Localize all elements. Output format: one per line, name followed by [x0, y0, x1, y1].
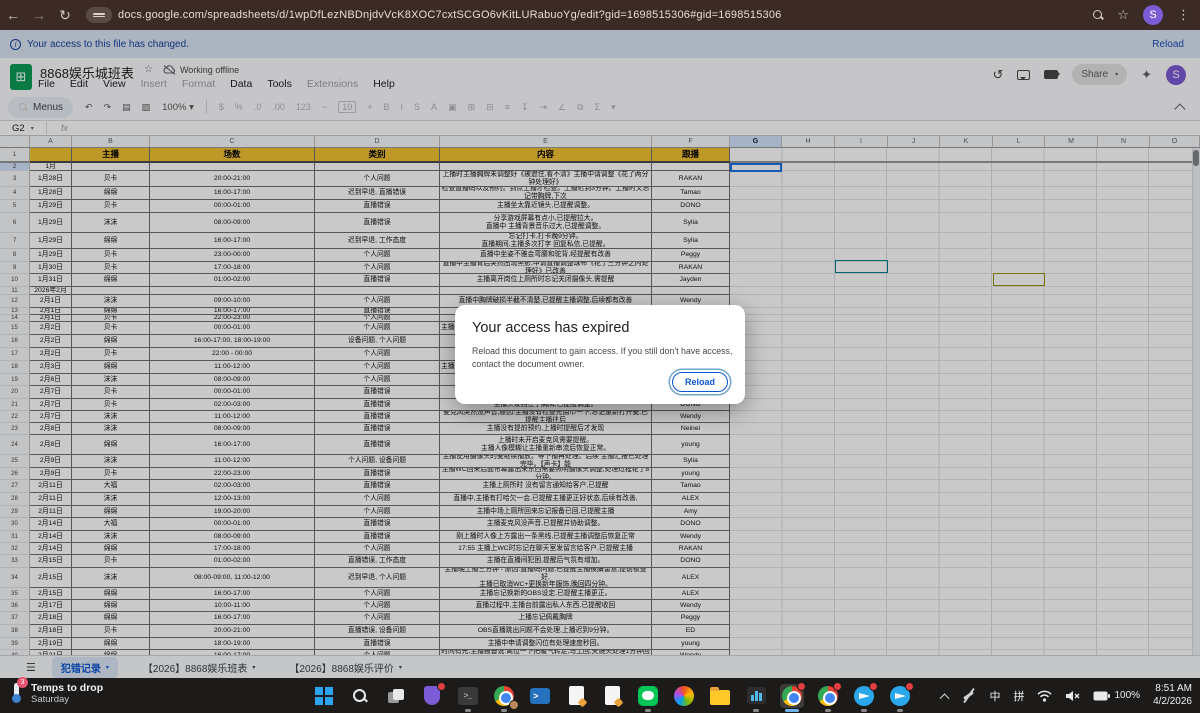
- notepad-icon[interactable]: [564, 684, 588, 708]
- forward-icon[interactable]: →: [26, 7, 52, 23]
- search-icon[interactable]: [348, 684, 372, 708]
- notepad-icon-2[interactable]: [600, 684, 624, 708]
- weather-subtext: Saturday: [31, 694, 103, 705]
- screen: ← → ↻ docs.google.com/spreadsheets/d/1wp…: [0, 0, 1200, 713]
- wifi-icon[interactable]: [1037, 690, 1052, 702]
- taskbar-clock[interactable]: 8:51 AM 4/2/2026: [1153, 683, 1192, 708]
- line-app-icon[interactable]: [636, 684, 660, 708]
- taskbar-icons: >_ >: [312, 678, 912, 713]
- address-bar[interactable]: docs.google.com/spreadsheets/d/1wpDfLezN…: [118, 9, 1093, 21]
- reload-button[interactable]: Reload: [672, 372, 728, 392]
- page-zoom-icon[interactable]: [1093, 10, 1103, 20]
- dialog-body: Reload this document to gain access. If …: [472, 345, 734, 371]
- powershell-icon[interactable]: >: [528, 684, 552, 708]
- windows-start-icon[interactable]: [312, 684, 336, 708]
- ime-language-indicator[interactable]: 中: [989, 688, 1000, 704]
- bookmark-star-icon[interactable]: ☆: [1117, 7, 1129, 23]
- terminal-icon[interactable]: >_: [456, 684, 480, 708]
- ime-pinyin-indicator[interactable]: 拼: [1013, 688, 1024, 704]
- chrome-profile-icon[interactable]: [492, 684, 516, 708]
- weather-badge: 3: [17, 677, 28, 688]
- pen-disabled-icon[interactable]: [961, 688, 976, 703]
- weather-headline: Temps to drop: [31, 682, 103, 694]
- windows-taskbar: 3 Temps to drop Saturday >_ > 中 拼 100% 8:…: [0, 678, 1200, 713]
- battery-indicator[interactable]: 100%: [1093, 690, 1140, 701]
- file-explorer-icon[interactable]: [708, 684, 732, 708]
- chrome-active-icon[interactable]: [780, 684, 804, 708]
- weather-widget[interactable]: 3 Temps to drop Saturday: [8, 681, 103, 705]
- browser-profile-avatar[interactable]: S: [1143, 5, 1163, 25]
- telegram-icon-2[interactable]: [888, 684, 912, 708]
- clock-time: 8:51 AM: [1153, 683, 1192, 696]
- back-icon[interactable]: ←: [0, 7, 26, 23]
- chrome-icon[interactable]: [816, 684, 840, 708]
- reload-icon[interactable]: ↻: [52, 7, 78, 24]
- battery-icon: [1093, 691, 1110, 701]
- antivirus-shield-icon[interactable]: [420, 684, 444, 708]
- thermometer-icon: 3: [8, 681, 24, 705]
- volume-muted-icon[interactable]: [1065, 690, 1080, 702]
- dialog-title: Your access has expired: [472, 320, 728, 336]
- system-tray: 中 拼 100% 8:51 AM 4/2/2026: [941, 678, 1192, 713]
- task-manager-icon[interactable]: [744, 684, 768, 708]
- browser-toolbar: ← → ↻ docs.google.com/spreadsheets/d/1wp…: [0, 0, 1200, 30]
- browser-menu-icon[interactable]: ⋮: [1177, 7, 1190, 23]
- copilot-icon[interactable]: [672, 684, 696, 708]
- clock-date: 4/2/2026: [1153, 696, 1192, 709]
- access-expired-dialog: Your access has expired Reload this docu…: [455, 305, 745, 404]
- site-info-icon[interactable]: [86, 7, 112, 23]
- telegram-icon[interactable]: [852, 684, 876, 708]
- hidden-icons-chevron[interactable]: [940, 693, 950, 703]
- task-view-icon[interactable]: [384, 684, 408, 708]
